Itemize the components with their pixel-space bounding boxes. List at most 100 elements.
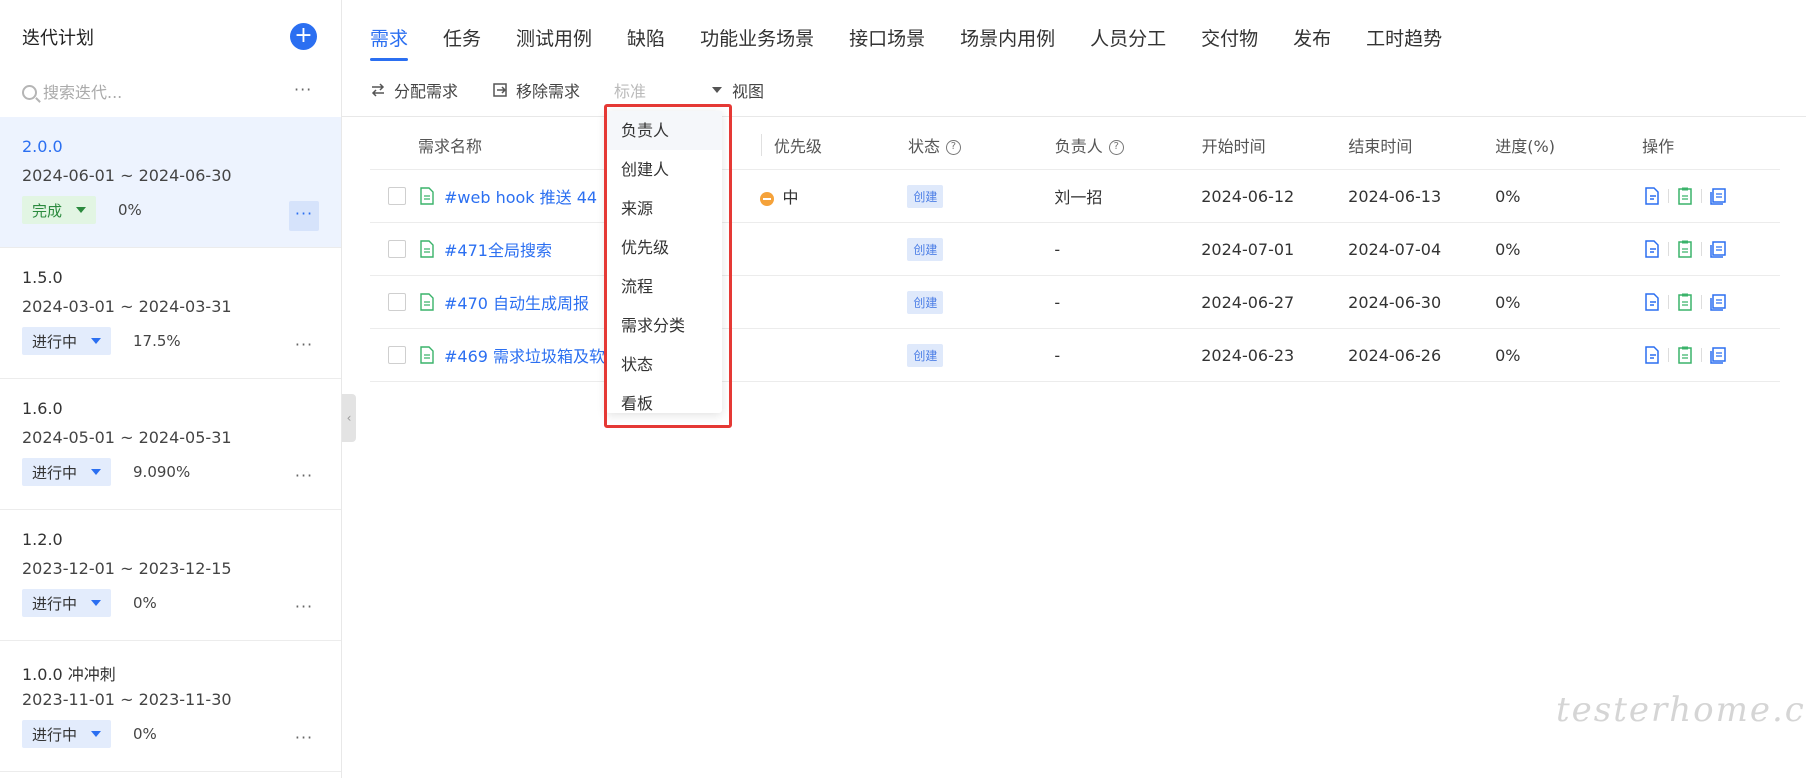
owner-value: -: [1054, 292, 1061, 312]
requirement-link[interactable]: #469 需求垃圾箱及软: [444, 343, 605, 367]
progress-value: 0%: [1495, 292, 1521, 312]
iteration-version: 2.0.0: [22, 137, 63, 156]
clipboard-icon[interactable]: [1675, 292, 1695, 312]
tab-staffing[interactable]: 人员分工: [1090, 24, 1166, 59]
iteration-item[interactable]: 1.0.0 冲冲刺 2023-11-01 ~ 2023-11-30 进行中 0%…: [0, 641, 341, 772]
iteration-range: 2024-03-01 ~ 2024-03-31: [22, 297, 232, 316]
start-date: 2024-06-12: [1201, 186, 1295, 206]
iteration-version: 1.5.0: [22, 268, 63, 287]
table-row[interactable]: #470 自动生成周报 创建 - 2024-06-27 2024-06-30 0…: [370, 276, 1780, 329]
search-icon: [22, 84, 37, 100]
edit-doc-icon[interactable]: [1642, 345, 1662, 365]
tab-tasks[interactable]: 任务: [443, 24, 481, 59]
edit-doc-icon[interactable]: [1642, 292, 1662, 312]
add-iteration-button[interactable]: +: [290, 23, 317, 50]
edit-doc-icon[interactable]: [1642, 239, 1662, 259]
tab-deliverables[interactable]: 交付物: [1201, 24, 1258, 59]
remove-requirement-label: 移除需求: [516, 82, 581, 101]
status-badge: 创建: [907, 237, 944, 261]
iteration-status-select[interactable]: 进行中: [22, 458, 112, 486]
help-icon[interactable]: ?: [1108, 139, 1124, 155]
clipboard-icon[interactable]: [1675, 239, 1695, 259]
copy-icon[interactable]: [1708, 186, 1728, 206]
requirement-link[interactable]: #470 自动生成周报: [444, 290, 589, 314]
header-owner[interactable]: 负责人?: [1055, 133, 1202, 157]
tab-worktime-trend[interactable]: 工时趋势: [1366, 24, 1442, 59]
iteration-status-label: 完成: [32, 201, 63, 220]
row-checkbox[interactable]: [388, 293, 406, 311]
assign-requirement-button[interactable]: 分配需求: [370, 78, 458, 102]
header-priority[interactable]: 优先级: [760, 133, 908, 156]
clipboard-icon[interactable]: [1675, 345, 1695, 365]
iteration-more-button[interactable]: ···: [289, 594, 319, 624]
iteration-item[interactable]: 1.6.0 2024-05-01 ~ 2024-05-31 进行中 9.090%…: [0, 379, 341, 510]
header-end[interactable]: 结束时间: [1348, 133, 1495, 157]
dropdown-item-creator[interactable]: 创建人: [606, 150, 722, 189]
iteration-search: [22, 80, 292, 104]
header-progress[interactable]: 进度(%): [1495, 133, 1642, 157]
iteration-range: 2023-11-01 ~ 2023-11-30: [22, 690, 232, 709]
edit-doc-icon[interactable]: [1642, 186, 1662, 206]
tab-test-cases[interactable]: 测试用例: [516, 24, 592, 59]
dropdown-item-board[interactable]: 看板: [606, 384, 722, 423]
dropdown-item-status[interactable]: 状态: [606, 345, 722, 384]
tab-scenario-cases[interactable]: 场景内用例: [960, 24, 1055, 59]
requirements-toolbar: 分配需求 移除需求 标准 视图: [370, 78, 764, 102]
table-row[interactable]: #471全局搜索 创建 - 2024-07-01 2024-07-04 0%: [370, 223, 1780, 276]
header-status[interactable]: 状态?: [908, 133, 1055, 157]
iteration-version: 1.0.0 冲冲刺: [22, 665, 116, 684]
end-date: 2024-06-30: [1348, 292, 1442, 312]
iteration-item[interactable]: 1.2.0 2023-12-01 ~ 2023-12-15 进行中 0% ···: [0, 510, 341, 641]
dropdown-item-priority[interactable]: 优先级: [606, 228, 722, 267]
iteration-status-select[interactable]: 完成: [22, 196, 97, 224]
clipboard-icon[interactable]: [1675, 186, 1695, 206]
chevron-down-icon: [91, 600, 102, 606]
requirement-link[interactable]: #471全局搜索: [444, 237, 552, 261]
iteration-item[interactable]: 2.0.0 2024-06-01 ~ 2024-06-30 完成 0% ···: [0, 117, 341, 248]
row-checkbox[interactable]: [388, 187, 406, 205]
iteration-status-label: 进行中: [32, 725, 78, 744]
copy-icon[interactable]: [1708, 292, 1728, 312]
app-root: 迭代计划 + ··· 2.0.0 2024-06-01 ~ 2024-06-30…: [0, 0, 1806, 778]
iteration-progress: 0%: [133, 725, 157, 743]
dropdown-item-workflow[interactable]: 流程: [606, 267, 722, 306]
tab-defects[interactable]: 缺陷: [627, 24, 665, 59]
view-select[interactable]: 视图: [712, 78, 764, 102]
iteration-more-button[interactable]: ···: [289, 332, 319, 362]
view-options-dropdown: 负责人 创建人 来源 优先级 流程 需求分类 状态 看板: [606, 111, 722, 413]
row-checkbox[interactable]: [388, 346, 406, 364]
requirement-link[interactable]: #web hook 推送 44: [444, 184, 597, 208]
row-checkbox[interactable]: [388, 240, 406, 258]
sidebar-title: 迭代计划: [22, 28, 94, 49]
tab-business-scenarios[interactable]: 功能业务场景: [700, 24, 814, 59]
dropdown-item-source[interactable]: 来源: [606, 189, 722, 228]
tab-release[interactable]: 发布: [1293, 24, 1331, 59]
header-start[interactable]: 开始时间: [1202, 133, 1349, 157]
tab-requirements[interactable]: 需求: [370, 24, 409, 61]
end-date: 2024-06-26: [1348, 345, 1442, 365]
owner-value: -: [1054, 345, 1061, 365]
table-row[interactable]: #469 需求垃圾箱及软 创建 - 2024-06-23 2024-06-26 …: [370, 329, 1780, 382]
start-date: 2024-07-01: [1201, 239, 1295, 259]
dropdown-item-category[interactable]: 需求分类: [606, 306, 722, 345]
iteration-search-input[interactable]: [43, 82, 273, 102]
iteration-more-button[interactable]: ···: [289, 725, 319, 755]
copy-icon[interactable]: [1708, 345, 1728, 365]
iteration-item[interactable]: 1.5.0 2024-03-01 ~ 2024-03-31 进行中 17.5% …: [0, 248, 341, 379]
status-badge: 创建: [907, 184, 944, 208]
sidebar-collapse-handle[interactable]: ‹: [342, 394, 356, 442]
iteration-status-select[interactable]: 进行中: [22, 720, 112, 748]
iteration-more-button[interactable]: ···: [289, 463, 319, 493]
iteration-more-button[interactable]: ···: [289, 201, 319, 231]
copy-icon[interactable]: [1708, 239, 1728, 259]
dropdown-item-owner[interactable]: 负责人: [606, 111, 722, 150]
iteration-status-select[interactable]: 进行中: [22, 327, 112, 355]
iteration-list: 2.0.0 2024-06-01 ~ 2024-06-30 完成 0% ··· …: [0, 117, 341, 772]
tab-api-scenarios[interactable]: 接口场景: [849, 24, 925, 59]
remove-requirement-button[interactable]: 移除需求: [492, 78, 580, 102]
sidebar-more-button[interactable]: ···: [294, 80, 312, 99]
standard-view-select[interactable]: 标准: [614, 78, 646, 102]
table-row[interactable]: #web hook 推送 44 中 创建 刘一招 2024-06-12 2024…: [370, 170, 1780, 223]
iteration-status-select[interactable]: 进行中: [22, 589, 112, 617]
help-icon[interactable]: ?: [945, 139, 961, 155]
